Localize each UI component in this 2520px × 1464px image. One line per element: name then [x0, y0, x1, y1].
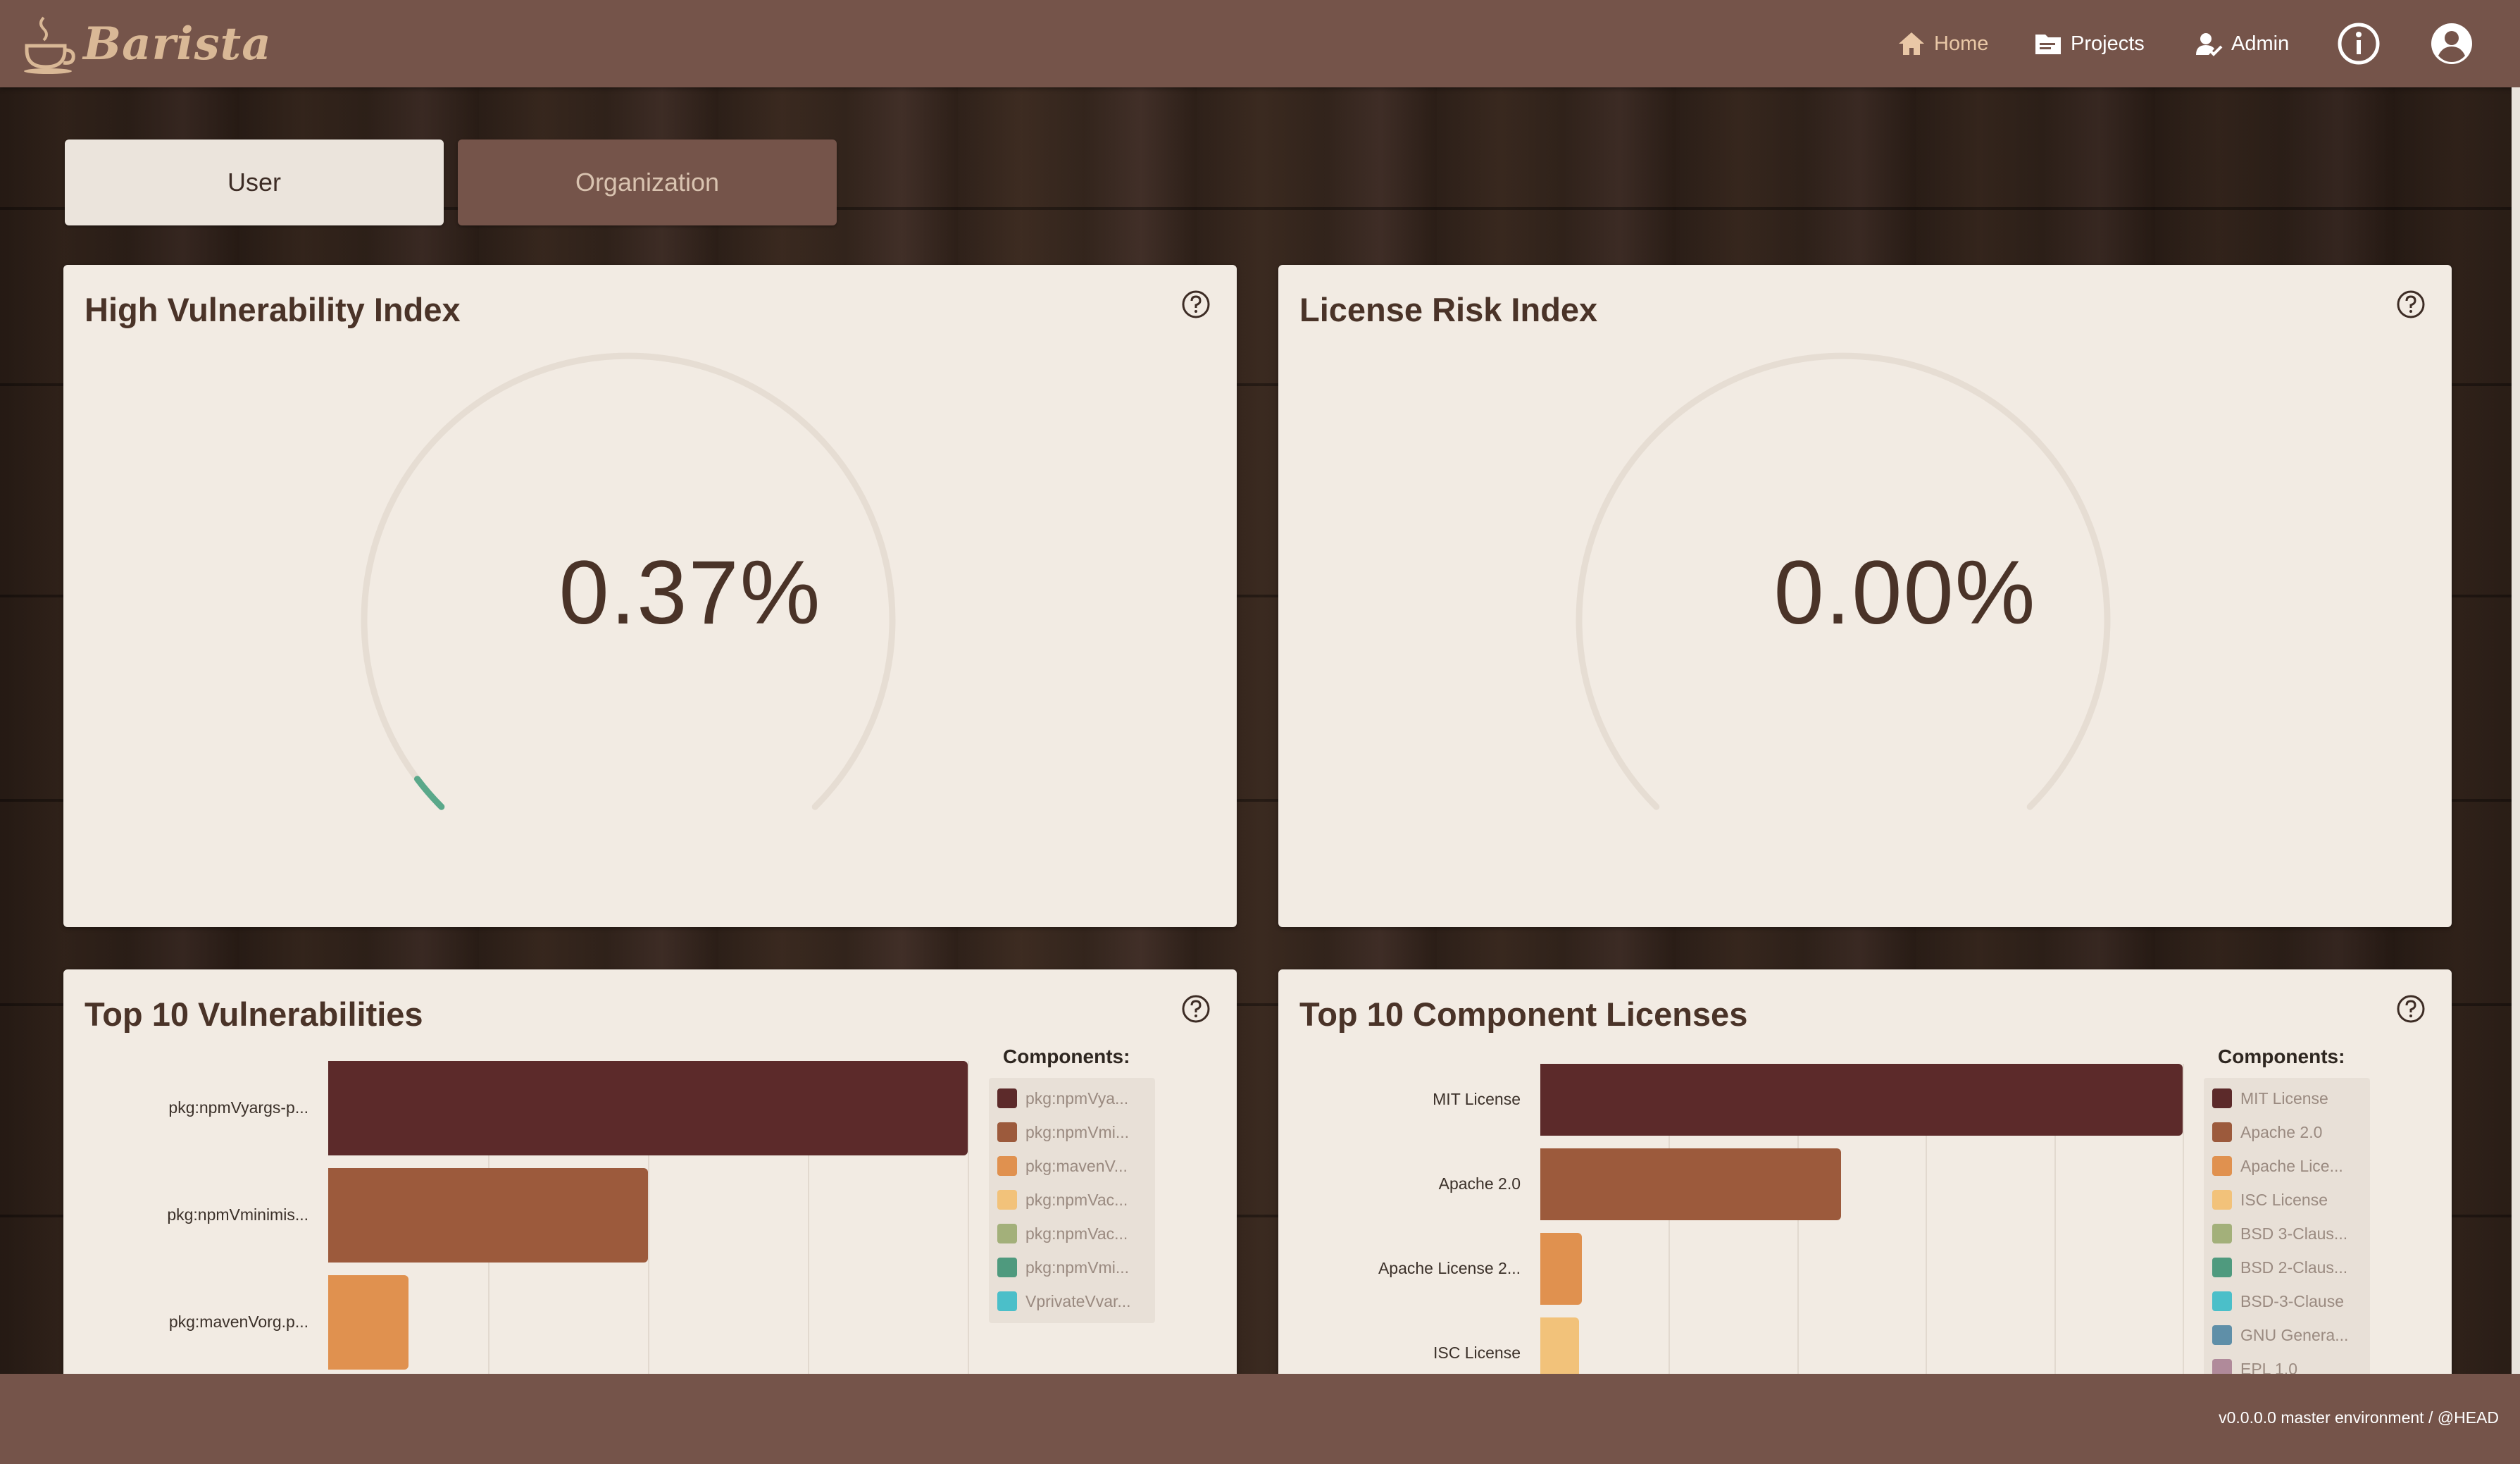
- card-title: Top 10 Component Licenses: [1299, 995, 1748, 1033]
- help-icon[interactable]: [1180, 993, 1211, 1024]
- nav-projects-label: Projects: [2071, 32, 2145, 55]
- top-vulnerabilities-card: Top 10 Vulnerabilities pkg:npmVyargs-p..…: [63, 969, 1237, 1406]
- app-logo[interactable]: Barista: [23, 7, 272, 80]
- legend-swatch: [997, 1258, 1017, 1277]
- chart-bar[interactable]: [1540, 1233, 1583, 1305]
- legend-title: Components:: [2218, 1046, 2345, 1067]
- legend-item[interactable]: GNU Genera...: [2212, 1325, 2348, 1346]
- top-component-licenses-card: Top 10 Component Licenses MIT License Apa…: [1278, 969, 2452, 1406]
- legend-swatch: [2212, 1190, 2232, 1210]
- legend-item[interactable]: pkg:mavenV...: [997, 1155, 1128, 1177]
- legend-label: ISC License: [2240, 1190, 2328, 1209]
- legend-swatch: [2212, 1224, 2232, 1243]
- version-text: v0.0.0.0 master environment / @HEAD: [2219, 1408, 2499, 1427]
- legend-swatch: [2212, 1156, 2232, 1176]
- tab-user-label: User: [227, 168, 281, 197]
- nav-projects[interactable]: Projects: [2034, 0, 2145, 87]
- chart-bar[interactable]: [1540, 1148, 1841, 1220]
- legend-item[interactable]: BSD 3-Claus...: [2212, 1223, 2347, 1244]
- chart-category-label: Apache 2.0: [1438, 1174, 1521, 1193]
- nav-admin[interactable]: Admin: [2195, 0, 2289, 87]
- chart-category-label: pkg:mavenVorg.p...: [168, 1313, 308, 1331]
- legend-item[interactable]: Apache 2.0: [2212, 1122, 2322, 1143]
- chart-category-label: ISC License: [1433, 1344, 1521, 1362]
- license-risk-index-card: License Risk Index 0.00%: [1278, 265, 2452, 927]
- coffee-cup-icon: [24, 16, 75, 74]
- legend-item[interactable]: BSD-3-Clause: [2212, 1291, 2344, 1312]
- nav-home-label: Home: [1934, 32, 1989, 55]
- projects-icon: [2035, 35, 2061, 54]
- legend-label: GNU Genera...: [2240, 1325, 2349, 1344]
- legend-swatch: [997, 1291, 1017, 1311]
- chart-category-label: pkg:npmVminimis...: [167, 1205, 308, 1224]
- footer: v0.0.0.0 master environment / @HEAD: [0, 1374, 2520, 1464]
- page-scrollbar[interactable]: [2512, 87, 2520, 1374]
- legend-item[interactable]: pkg:npmVac...: [997, 1223, 1128, 1244]
- chart-bar[interactable]: [328, 1168, 648, 1263]
- legend-label: BSD-3-Clause: [2240, 1291, 2344, 1310]
- legend-label: pkg:npmVac...: [1025, 1224, 1128, 1243]
- legend-item[interactable]: pkg:npmVmi...: [997, 1257, 1129, 1278]
- admin-icon: [2196, 33, 2223, 56]
- top-navigation-bar: Barista Home Projects Admin: [0, 0, 2520, 87]
- legend-label: pkg:npmVmi...: [1025, 1258, 1129, 1277]
- help-icon[interactable]: [2395, 993, 2426, 1024]
- vulnerabilities-legend: pkg:npmVya... pkg:npmVmi... pkg:mavenV... p…: [989, 1078, 1155, 1323]
- legend-label: VprivateVvar...: [1025, 1291, 1131, 1310]
- gauge-value: 0.00%: [1773, 542, 2037, 643]
- chart-category-label: Apache License 2...: [1378, 1259, 1521, 1277]
- chart-bar[interactable]: [328, 1275, 408, 1370]
- tab-organization[interactable]: Organization: [458, 139, 837, 225]
- legend-swatch: [2212, 1291, 2232, 1311]
- chart-category-label: MIT License: [1433, 1090, 1521, 1108]
- legend-label: MIT License: [2240, 1088, 2328, 1108]
- tab-organization-label: Organization: [575, 168, 720, 197]
- legend-item[interactable]: Apache Lice...: [2212, 1155, 2343, 1177]
- home-icon: [1899, 32, 1924, 55]
- gauge-value: 0.37%: [559, 542, 822, 643]
- legend-swatch: [2212, 1258, 2232, 1277]
- user-account-icon: [2431, 23, 2472, 64]
- legend-item[interactable]: pkg:npmVac...: [997, 1189, 1128, 1210]
- legend-item[interactable]: pkg:npmVya...: [997, 1088, 1128, 1109]
- legend-item[interactable]: BSD 2-Claus...: [2212, 1257, 2347, 1278]
- user-account-button[interactable]: [2430, 0, 2482, 87]
- legend-label: BSD 3-Claus...: [2240, 1224, 2348, 1243]
- tab-user[interactable]: User: [65, 139, 444, 225]
- chart-gridline: [2183, 1064, 2184, 1406]
- legend-label: pkg:npmVya...: [1025, 1088, 1129, 1108]
- legend-label: BSD 2-Claus...: [2240, 1258, 2348, 1277]
- legend-item[interactable]: VprivateVvar...: [997, 1291, 1131, 1312]
- legend-swatch: [997, 1088, 1017, 1108]
- chart-category-label: pkg:npmVyargs-p...: [168, 1098, 308, 1117]
- nav-admin-label: Admin: [2231, 32, 2290, 55]
- legend-item[interactable]: pkg:npmVmi...: [997, 1122, 1129, 1143]
- legend-label: pkg:npmVmi...: [1025, 1122, 1129, 1141]
- legend-label: Apache Lice...: [2240, 1156, 2343, 1175]
- nav-home[interactable]: Home: [1897, 0, 1988, 87]
- legend-item[interactable]: MIT License: [2212, 1088, 2328, 1109]
- legend-swatch: [2212, 1122, 2232, 1142]
- legend-swatch: [997, 1156, 1017, 1176]
- licenses-legend: MIT License Apache 2.0 Apache Lice... ISC L…: [2204, 1078, 2370, 1406]
- legend-label: Apache 2.0: [2240, 1122, 2323, 1141]
- legend-label: pkg:npmVac...: [1025, 1190, 1128, 1209]
- legend-swatch: [997, 1224, 1017, 1243]
- high-vulnerability-index-card: High Vulnerability Index 0.37%: [63, 265, 1237, 927]
- legend-swatch: [2212, 1088, 2232, 1108]
- legend-swatch: [997, 1122, 1017, 1142]
- app-name: Barista: [83, 17, 272, 70]
- info-button[interactable]: [2337, 0, 2389, 87]
- info-icon: [2338, 23, 2380, 65]
- legend-title: Components:: [1003, 1046, 1130, 1067]
- legend-label: pkg:mavenV...: [1025, 1156, 1128, 1175]
- chart-bar[interactable]: [328, 1061, 968, 1155]
- legend-swatch: [2212, 1325, 2232, 1345]
- legend-item[interactable]: ISC License: [2212, 1189, 2328, 1210]
- legend-swatch: [997, 1190, 1017, 1210]
- chart-bar[interactable]: [1540, 1064, 2183, 1136]
- chart-gridline: [968, 1061, 969, 1406]
- card-title: Top 10 Vulnerabilities: [85, 995, 423, 1033]
